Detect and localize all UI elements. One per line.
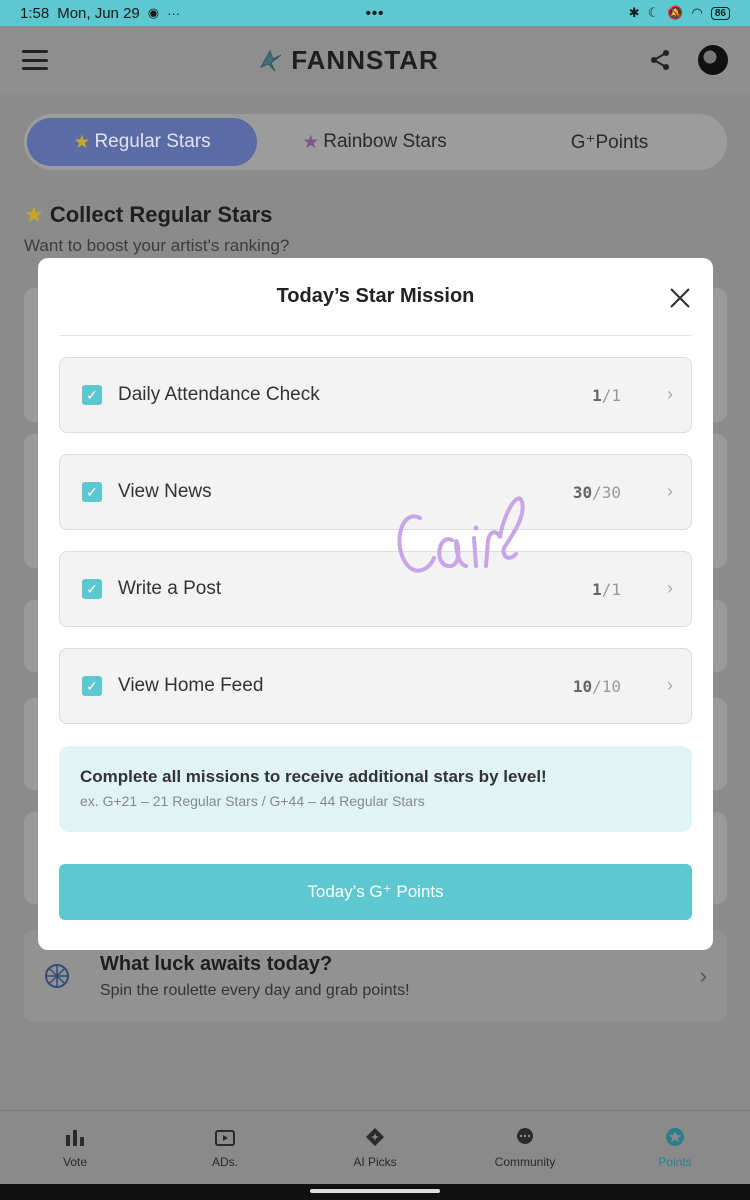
avatar[interactable] [698,45,728,75]
bluetooth-icon: ✱ [628,5,640,20]
system-gesture-bar [0,1184,750,1200]
bonus-info-title: Complete all missions to receive additio… [80,767,547,786]
star-circle-icon [666,1127,684,1146]
chat-bubble-icon [517,1127,533,1144]
ai-diamond-icon [366,1127,384,1146]
app-header: FANNSTAR [0,26,750,94]
tv-play-icon [215,1129,235,1146]
logo-text: FANNSTAR [291,44,439,75]
modal-title: Today’s Star Mission [276,285,475,307]
star-icon: ★ [24,202,44,227]
checkbox-checked-icon: ✓ [82,385,102,405]
tab-g-points[interactable]: G⁺Points [492,118,727,166]
nav-ads[interactable]: ADs. [150,1127,300,1169]
mission-label: View Home Feed [118,675,264,696]
status-date: Mon, Jun 29 [57,4,140,22]
app-logo: FANNSTAR [257,45,439,76]
nav-ai-picks[interactable]: AI Picks [300,1127,450,1169]
bonus-info-example: ex. G+21 – 21 Regular Stars / G+44 – 44 … [80,793,425,809]
todays-g-points-button[interactable]: Today’s G⁺ Points [59,864,692,920]
chevron-right-icon: › [667,675,673,695]
roulette-title: What luck awaits today? [100,952,333,975]
section-subtitle: Want to boost your artist's ranking? [24,236,290,255]
mute-bell-icon: 🔕 [667,5,684,20]
bonus-info-box: Complete all missions to receive additio… [59,746,692,832]
bottom-nav: Vote ADs. AI Picks Community Points [0,1110,750,1184]
menu-icon[interactable] [22,50,48,70]
roulette-icon [45,964,69,988]
nav-vote[interactable]: Vote [0,1127,150,1169]
checkbox-checked-icon: ✓ [82,482,102,502]
tab-label: Rainbow Stars [323,131,447,152]
section-title: ★ Collect Regular Stars [24,202,273,227]
checkbox-checked-icon: ✓ [82,676,102,696]
nav-community[interactable]: Community [450,1127,600,1169]
mission-item-view-news[interactable]: ✓ View News 30/30 › [59,454,692,530]
chevron-right-icon: › [667,578,673,598]
tab-rainbow-stars[interactable]: ★ Rainbow Stars [257,118,492,166]
nav-points[interactable]: Points [600,1127,750,1169]
chevron-right-icon: › [667,384,673,404]
mission-progress: 10/10 [572,676,621,696]
close-icon[interactable] [668,286,692,310]
fannstar-logo-icon [260,49,282,72]
tab-regular-stars[interactable]: ★ Regular Stars [27,118,257,166]
mission-list: ✓ Daily Attendance Check 1/1 › ✓ View Ne… [59,357,692,724]
do-not-disturb-icon: ☾ [647,5,660,20]
tab-label: Regular Stars [94,131,211,152]
messenger-icon: ◉ [147,5,160,20]
status-center-dots: ••• [365,4,385,22]
bar-chart-icon [66,1129,84,1146]
star-mission-modal: Today’s Star Mission ✓ Daily Attendance … [38,258,713,950]
status-time: 1:58 [20,4,50,22]
chevron-right-icon: › [667,481,673,501]
mission-progress: 1/1 [592,579,621,599]
star-type-tabs: ★ Regular Stars ★ Rainbow Stars G⁺Points [24,114,727,170]
roulette-subtitle: Spin the roulette every day and grab poi… [100,981,410,999]
star-icon: ★ [73,131,91,153]
share-icon[interactable] [648,48,672,72]
mission-item-attendance[interactable]: ✓ Daily Attendance Check 1/1 › [59,357,692,433]
mission-label: View News [118,481,212,502]
checkbox-checked-icon: ✓ [82,579,102,599]
mission-progress: 30/30 [572,482,621,502]
wifi-icon: ◠ [691,5,703,20]
rainbow-star-icon: ★ [302,131,320,153]
tab-label: G⁺Points [570,131,649,153]
mission-progress: 1/1 [592,385,621,405]
mission-item-write-post[interactable]: ✓ Write a Post 1/1 › [59,551,692,627]
mission-label: Write a Post [118,578,222,599]
mission-item-home-feed[interactable]: ✓ View Home Feed 10/10 › [59,648,692,724]
mission-label: Daily Attendance Check [118,384,320,405]
more-notifications-icon: ··· [167,5,181,21]
chevron-right-icon: › [699,963,707,988]
status-bar: 1:58 Mon, Jun 29 ◉ ··· ••• ✱ ☾ 🔕 ◠ 86 [0,0,750,26]
modal-header: Today’s Star Mission [59,258,692,336]
battery-icon: 86 [710,6,730,20]
